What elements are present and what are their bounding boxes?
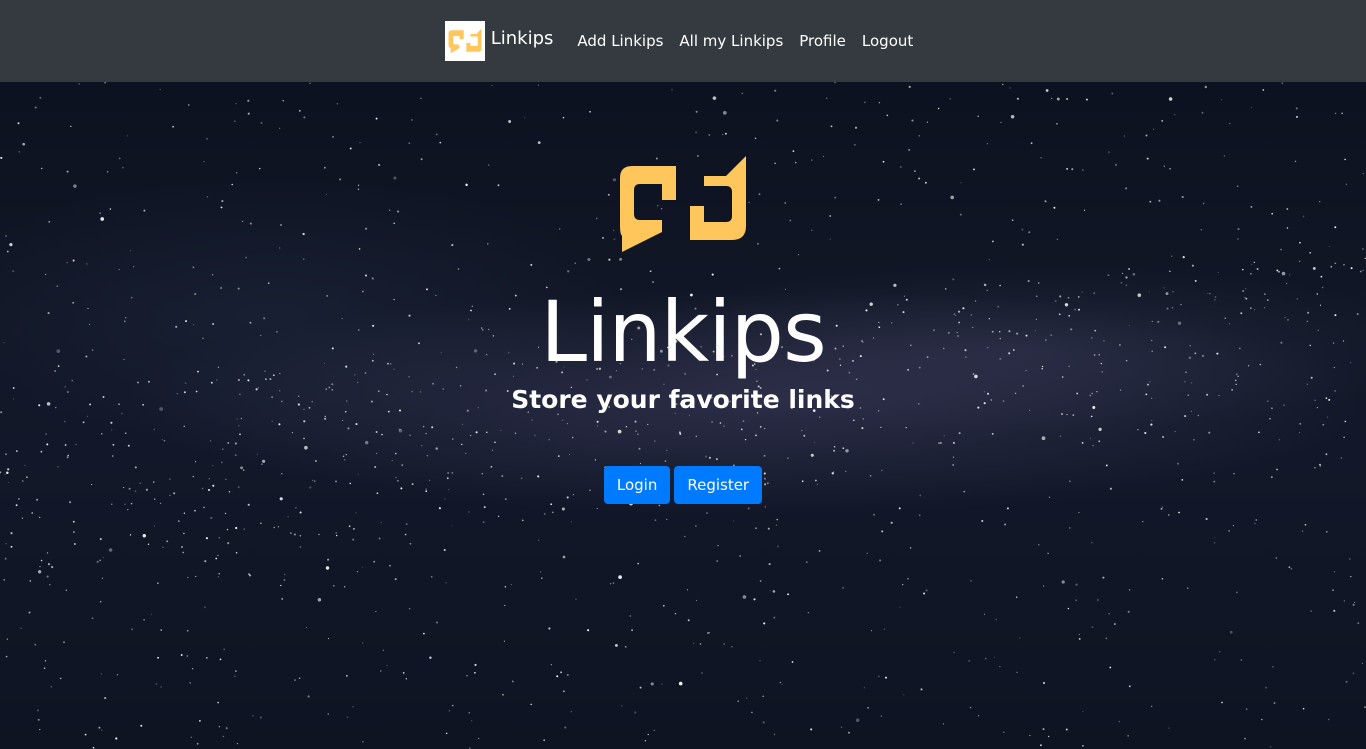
brand-name: Linkips bbox=[490, 28, 554, 49]
register-button[interactable]: Register bbox=[674, 466, 763, 504]
top-navbar: Linkips Add Linkips All my Linkips Profi… bbox=[0, 0, 1366, 82]
nav-link-add-linkips[interactable]: Add Linkips bbox=[569, 33, 671, 49]
navbar-inner: Linkips Add Linkips All my Linkips Profi… bbox=[444, 21, 922, 61]
nav-link-profile[interactable]: Profile bbox=[791, 33, 854, 49]
hero-title: Linkips bbox=[540, 283, 826, 381]
navbar-brand[interactable]: Linkips bbox=[444, 21, 554, 61]
hero-subtitle: Store your favorite links bbox=[511, 385, 855, 414]
linkips-logo-icon bbox=[620, 156, 746, 252]
brand-logo-icon bbox=[444, 21, 485, 61]
login-button[interactable]: Login bbox=[603, 466, 671, 504]
hero-section: Linkips Store your favorite links Login … bbox=[0, 82, 1366, 749]
nav-link-all-my-linkips[interactable]: All my Linkips bbox=[671, 33, 791, 49]
nav-links: Add Linkips All my Linkips Profile Logou… bbox=[569, 33, 921, 49]
hero-content: Linkips Store your favorite links Login … bbox=[0, 82, 1366, 749]
nav-link-logout[interactable]: Logout bbox=[854, 33, 921, 49]
hero-buttons: Login Register bbox=[0, 466, 1366, 504]
